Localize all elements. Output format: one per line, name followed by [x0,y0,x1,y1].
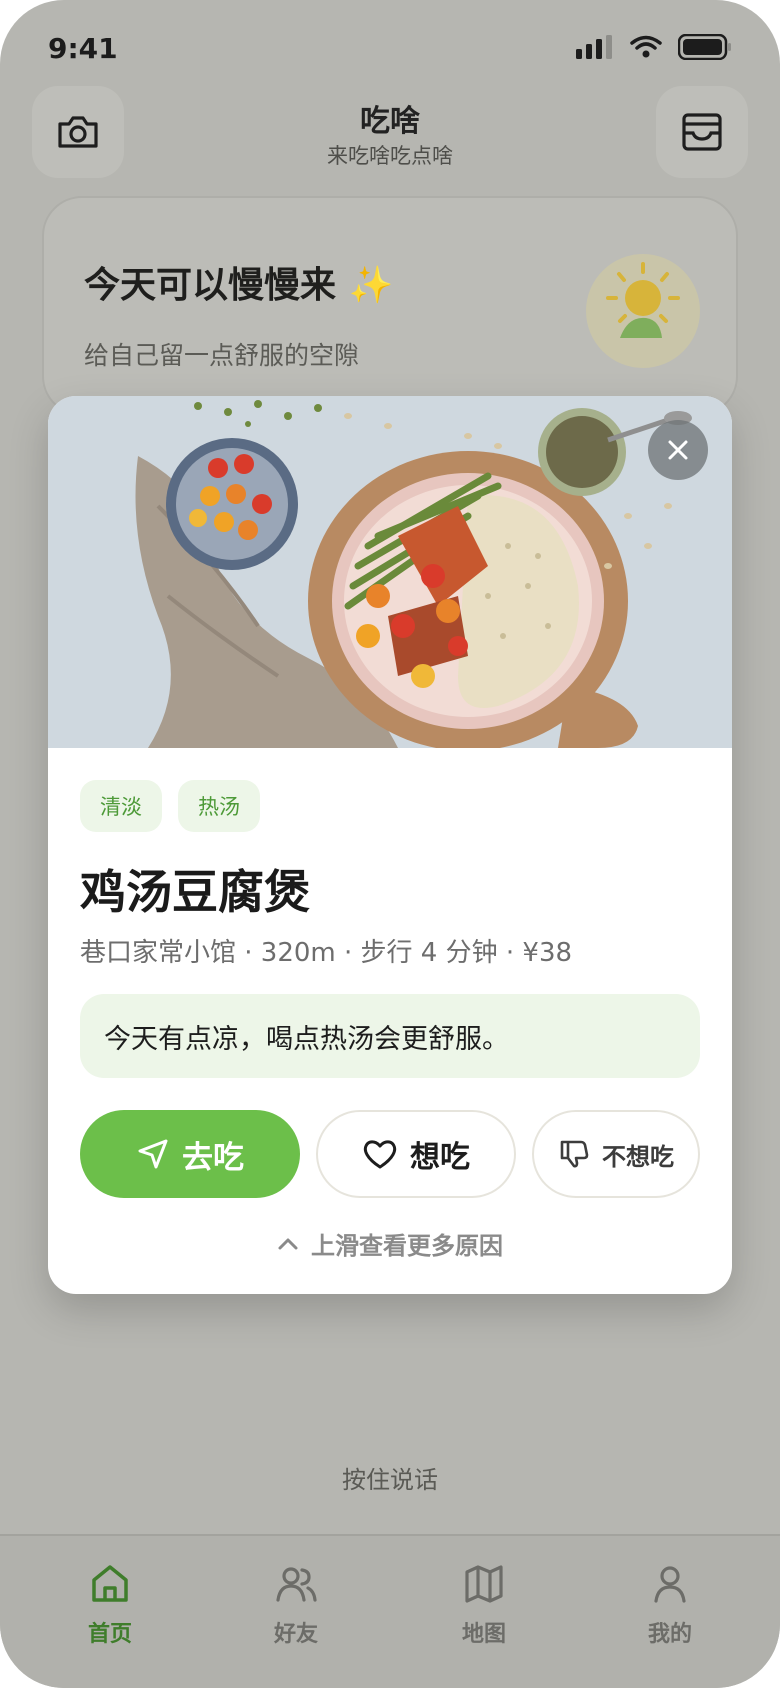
chevron-up-icon [278,1238,298,1249]
dislike-label: 不想吃 [602,1142,674,1171]
dislike-button[interactable]: 不想吃 [532,1110,700,1198]
close-icon [668,440,688,460]
profile-icon [654,1566,686,1603]
tab-home-label: 首页 [87,1622,132,1647]
mood-card[interactable]: 今天可以慢慢来 ✨ 给自己留一点舒服的空隙 [42,196,738,416]
dish-name: 鸡汤豆腐煲 [80,865,310,919]
reason-box: 今天有点凉，喝点热汤会更舒服。 [80,994,700,1078]
go-eat-label: 去吃 [182,1139,244,1176]
close-button[interactable] [648,420,708,480]
status-icons [576,34,732,60]
hold-to-talk-button[interactable]: 按住说话 [0,1460,780,1495]
food-photo [48,396,732,748]
swipe-up-hint[interactable]: 上滑查看更多原因 [48,1226,732,1261]
tab-bar: 首页 好友 地图 我的 [0,1534,780,1688]
reason-text: 今天有点凉，喝点热汤会更舒服。 [104,1023,509,1055]
signal-icon [576,35,612,59]
recommendation-card: 清淡 热汤 鸡汤豆腐煲 巷口家常小馆 · 320m · 步行 4 分钟 · ¥3… [48,396,732,1294]
sun-icon [606,262,680,338]
map-icon [465,1565,503,1603]
mood-title: 今天可以慢慢来 ✨ [84,265,394,306]
want-button[interactable]: 想吃 [316,1110,516,1198]
heart-icon [363,1140,397,1169]
inbox-icon [682,113,722,151]
restaurant-meta: 巷口家常小馆 · 320m · 步行 4 分钟 · ¥38 [80,938,573,968]
app-header: 吃啥 来吃啥吃点啥 [0,86,780,186]
tab-home[interactable]: 首页 [50,1562,170,1648]
thumbs-down-icon [560,1140,589,1168]
tag-list: 清淡 热汤 [80,780,260,832]
tab-profile-label: 我的 [647,1622,692,1647]
tab-map-label: 地图 [461,1622,506,1647]
mood-subtitle: 给自己留一点舒服的空隙 [84,341,360,370]
tag-hot-soup: 热汤 [178,780,260,832]
battery-icon [678,34,731,60]
swipe-up-label: 上滑查看更多原因 [311,1232,503,1260]
sun-badge [586,254,700,368]
go-eat-button[interactable]: 去吃 [80,1110,300,1198]
action-row: 去吃 想吃 不想吃 [80,1110,700,1198]
friends-icon [276,1567,317,1602]
phone-screen: 9:41 吃啥 来吃啥吃点啥 今天可以慢慢来 ✨ 给自己留一点舒服的空隙 清淡 … [0,0,780,1688]
tab-map[interactable]: 地图 [424,1562,544,1648]
status-time: 9:41 [48,32,118,65]
inbox-button[interactable] [656,86,748,178]
want-label: 想吃 [410,1140,470,1175]
navigate-icon [138,1139,168,1169]
wifi-icon [630,35,662,58]
tab-friends[interactable]: 好友 [236,1562,356,1648]
tag-light: 清淡 [80,780,162,832]
tab-friends-label: 好友 [273,1622,318,1647]
tab-profile[interactable]: 我的 [610,1562,730,1648]
status-bar: 9:41 [0,0,780,90]
home-icon [92,1565,128,1602]
